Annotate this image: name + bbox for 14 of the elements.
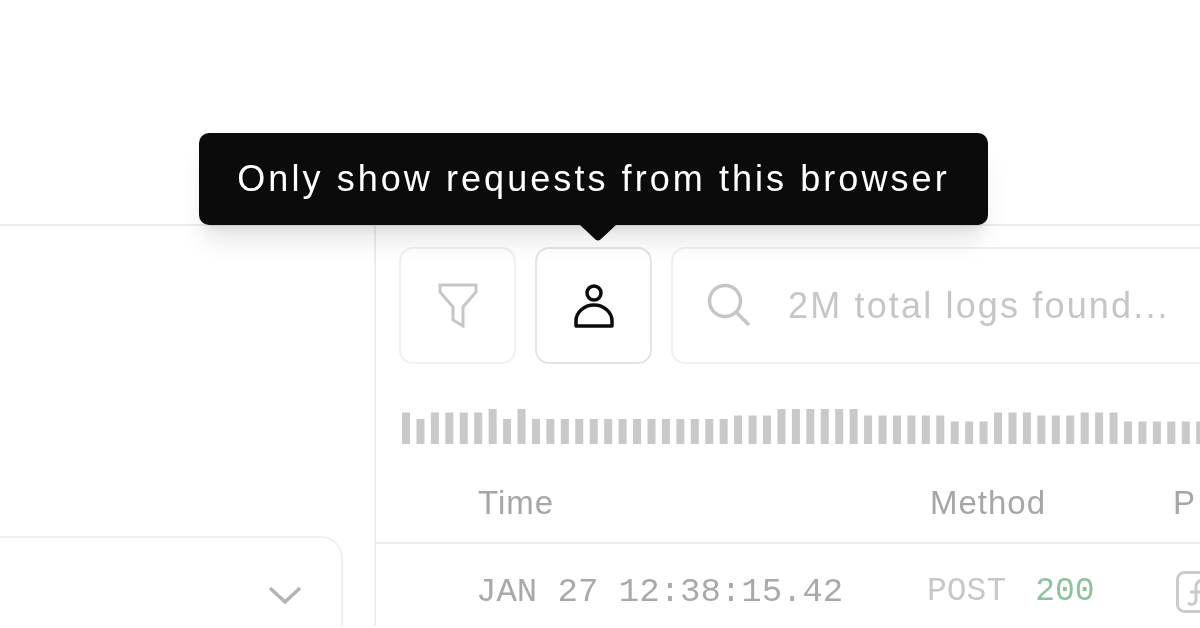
tooltip: Only show requests from this browser bbox=[199, 133, 988, 225]
search-field[interactable]: 2M total logs found... bbox=[671, 247, 1200, 364]
filter-button[interactable] bbox=[399, 247, 516, 364]
column-header: Time bbox=[478, 484, 555, 522]
user-filter-button[interactable] bbox=[535, 247, 652, 364]
person-icon bbox=[573, 283, 614, 328]
funnel-icon bbox=[437, 283, 478, 328]
column-header: Method bbox=[930, 484, 1046, 522]
dropdown[interactable] bbox=[0, 536, 343, 626]
timestamp: JAN 27 12:38:15.42 bbox=[476, 572, 844, 611]
column-header: P bbox=[1173, 484, 1196, 522]
tooltip-arrow-icon bbox=[580, 225, 616, 241]
status-code: 200 bbox=[1035, 572, 1095, 613]
search-icon bbox=[707, 283, 751, 327]
